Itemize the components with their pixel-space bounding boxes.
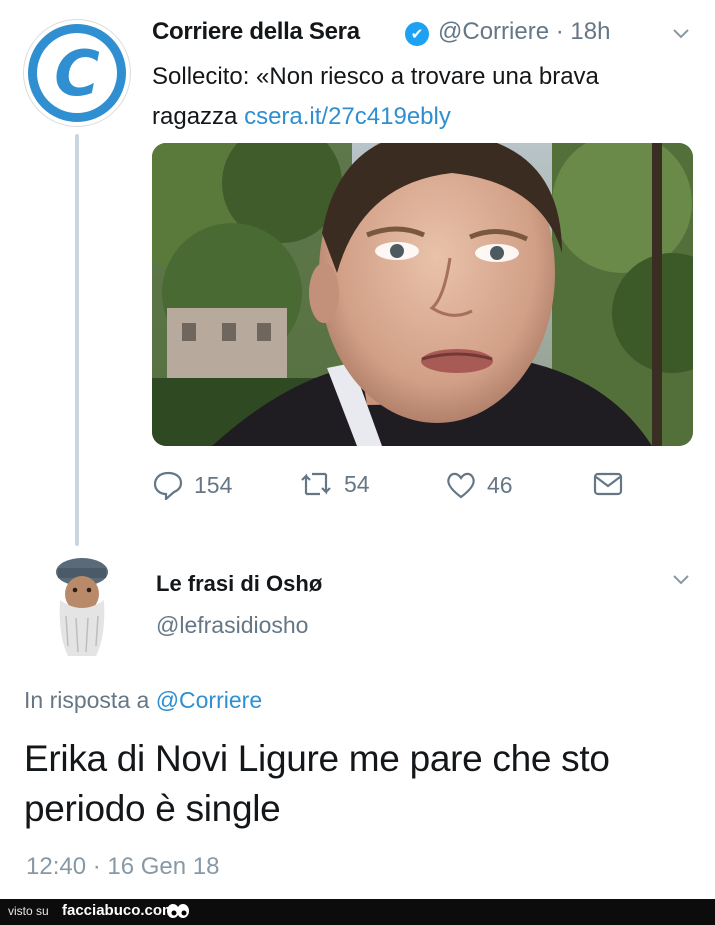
tweet-actions: 154 54 46 [152, 470, 632, 506]
osho-avatar[interactable] [52, 556, 112, 660]
avatar-letter: C [37, 33, 117, 113]
footer-visto: visto su [8, 904, 49, 918]
reply-prefix: In risposta a [24, 687, 150, 713]
author-handle-time[interactable]: @Corriere · 18h [438, 18, 610, 46]
like-count: 46 [487, 471, 513, 498]
chevron-down-icon[interactable] [672, 28, 690, 46]
reply-author-handle[interactable]: @lefrasidiosho [156, 612, 308, 639]
thread-line [75, 134, 79, 546]
reply-timestamp[interactable]: 12:40 · 16 Gen 18 [26, 853, 219, 881]
reply-action[interactable]: 154 [152, 470, 232, 500]
verified-icon: ✔ [405, 22, 429, 46]
reply-text: Erika di Novi Ligure me pare che sto per… [24, 738, 610, 829]
tweet-link[interactable]: csera.it/27c419ebly [244, 103, 451, 130]
author-name[interactable]: Corriere della Sera [152, 18, 360, 46]
like-icon [445, 470, 477, 500]
like-action[interactable]: 46 [445, 470, 513, 500]
tweet-media-image[interactable] [152, 143, 693, 446]
reply-to-link[interactable]: @Corriere [156, 687, 262, 713]
dm-icon [592, 470, 624, 498]
chevron-down-icon[interactable] [672, 574, 690, 592]
eyes-logo-icon [167, 904, 189, 918]
retweet-action[interactable]: 54 [298, 470, 370, 498]
retweet-icon [298, 470, 334, 498]
reply-count: 154 [194, 471, 233, 498]
tweet-text: Sollecito: «Non riesco a trovare una bra… [152, 57, 672, 137]
reply-context: In risposta a @Corriere [24, 687, 262, 714]
footer-brand[interactable]: facciabuco.com [62, 902, 175, 919]
corriere-avatar[interactable]: C [24, 20, 130, 126]
reply-author-name[interactable]: Le frasi di Oshø [156, 571, 322, 597]
retweet-count: 54 [344, 470, 370, 497]
watermark-footer: visto su facciabuco.com [0, 899, 715, 925]
dm-action[interactable] [592, 470, 624, 498]
reply-icon [152, 470, 184, 500]
